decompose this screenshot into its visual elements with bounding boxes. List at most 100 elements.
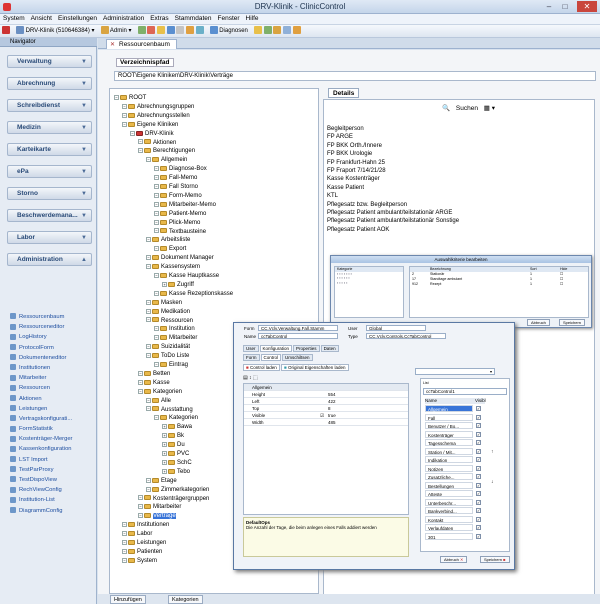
menu-item[interactable]: Fenster [215,14,243,23]
categories-button[interactable]: Kategorien [168,595,203,604]
tree-node[interactable]: − Kasse Rezeptionskasse [154,290,233,299]
tree-node[interactable]: + Zugriff [162,281,194,290]
tree-node[interactable]: − Ressourcen [146,317,193,326]
expand-icon[interactable]: + [162,468,167,474]
diagnosis-button[interactable]: Diagnosen [208,26,250,37]
tree-node[interactable]: − Institution [154,325,195,334]
tree-node[interactable]: − DRV-Klinik [130,130,174,139]
expand-icon[interactable]: − [154,201,159,207]
tab-list-item[interactable]: Bestellungen [425,481,473,489]
expand-icon[interactable]: − [122,522,127,528]
nav-item[interactable]: RechViewConfig [10,485,95,495]
clinic-selector[interactable]: DRV-Klinik (510646384) ▾ [14,26,97,37]
visible-checkbox[interactable]: ✓ [476,431,481,437]
config-tab[interactable]: Konfiguration [259,345,293,352]
tree-node[interactable]: − Mitarbeiter [154,334,197,343]
visible-checkbox[interactable]: ✓ [476,499,481,505]
tab-list-item[interactable]: Kontakt [425,515,473,523]
nav-item[interactable]: Ressourcenbaum [10,312,95,322]
expand-icon[interactable]: − [146,317,151,323]
expand-icon[interactable]: − [130,130,135,136]
popup1-save-button[interactable]: Speichern [559,319,586,326]
expand-icon[interactable]: − [122,112,127,118]
details-item[interactable]: FP ARGE [327,133,507,141]
nav-group-button[interactable]: Storno ▼ [7,187,92,200]
nav-group-button[interactable]: ePa ▼ [7,165,92,178]
tree-node[interactable]: − Kategorien [154,414,198,423]
tab-ressourcenbaum[interactable]: ✕ Ressourcenbaum [106,39,177,49]
tab-list-item[interactable]: Unterbeschr... [425,498,473,506]
tree-node[interactable]: − Eigene Kliniken [122,121,178,130]
visible-checkbox[interactable]: ☑ [320,412,324,419]
list-select[interactable]: ccTabControl1 [423,388,507,395]
menu-item[interactable]: System [0,14,28,23]
tree-node[interactable]: − Fall Storno [154,183,198,192]
expand-icon[interactable]: − [146,255,151,261]
expand-icon[interactable]: − [146,264,151,270]
expand-icon[interactable]: + [162,450,167,456]
tree-node[interactable]: − Kategorien [138,388,182,397]
expand-icon[interactable]: − [146,353,151,359]
tree-node[interactable]: − System [122,557,157,566]
property-grid[interactable]: Allgemein Height 554 Left 422 Top 8 Visible true… [243,383,409,515]
visible-checkbox[interactable]: ✓ [476,440,481,445]
details-item[interactable]: Kasse Patient [327,184,507,192]
tab-list-item[interactable]: Tagesschema [425,439,473,446]
tree-node[interactable]: − Patienten [122,548,162,557]
visible-checkbox[interactable]: ✓ [476,465,481,471]
nav-item[interactable]: Kassenkonfiguration [10,444,95,454]
details-item[interactable]: Pflegesatz bzw. Begleitperson [327,201,507,209]
expand-icon[interactable]: − [146,406,151,412]
visible-checkbox[interactable]: ✓ [476,423,481,428]
tree-node[interactable]: + Bk [162,432,184,441]
nav-item[interactable]: Leistungen [10,404,95,414]
tree-node[interactable]: + Tebo [162,468,190,477]
nav-group-button[interactable]: Karteikarte ▼ [7,143,92,156]
nav-item[interactable]: LST Import [10,455,95,465]
details-item[interactable]: FP BKK Urologie [327,150,507,158]
tree-node[interactable]: − Form-Memo [154,192,202,201]
details-item[interactable]: FP Frankfurt-Hahn 25 [327,159,507,167]
visible-checkbox[interactable]: ✓ [476,525,481,530]
name-field[interactable]: ccTabControl [258,333,338,339]
expand-icon[interactable]: − [154,183,159,189]
tree-node[interactable]: − Abrechnungsgruppen [122,103,194,112]
details-item[interactable]: Begleitperson [327,125,507,133]
menu-item[interactable]: Stammdaten [172,14,215,23]
load-original-button[interactable]: ■ Original Eigenschaften laden [281,364,349,371]
close-button[interactable]: ✕ [577,1,597,12]
details-item[interactable]: FP BKK Orth./Innere [327,142,507,150]
nav-item[interactable]: TestParProxy [10,465,95,475]
nav-item[interactable]: TestDispoView [10,475,95,485]
expand-icon[interactable]: − [122,103,127,109]
expand-icon[interactable]: − [154,272,159,278]
config-subtab[interactable]: Form [243,354,260,361]
nav-item[interactable]: ProtocolForm [10,343,95,353]
tree-node[interactable]: − Eintrag [154,361,188,370]
tree-node[interactable]: + SchC [162,459,192,468]
expand-icon[interactable]: − [122,557,127,563]
expand-icon[interactable]: − [122,121,127,127]
visible-checkbox[interactable]: ✓ [476,516,481,522]
tab-list-item[interactable]: Fall [425,413,473,421]
expand-icon[interactable]: + [162,442,167,448]
tree-node[interactable]: − Medikation [146,308,190,317]
user-selector[interactable]: Admin ▾ [99,26,134,37]
details-item[interactable]: Kasse Kostenträger [327,175,507,183]
tab-list-item[interactable]: Benutzer / Bo... [425,422,473,429]
expand-icon[interactable]: + [162,459,167,465]
property-row[interactable]: Left 422 [244,398,408,405]
category-list[interactable]: Kategorie ▪ ▪ ▪ ▪ ▪ ▪ ▪ ▪ ▪ ▪ ▪ ▪ ▪ ▪ ▪ … [334,266,404,318]
expand-icon[interactable]: − [146,237,151,243]
tree-node[interactable]: − Zimmerkategorien [146,486,209,495]
expand-icon[interactable]: − [138,495,143,501]
tree-node[interactable]: − Mitarbeiter [138,503,181,512]
visible-checkbox[interactable]: ✓ [476,448,481,454]
search-button[interactable]: Suchen [454,105,480,112]
expand-icon[interactable]: − [146,397,151,403]
nav-item[interactable]: Ressourcen [10,383,95,393]
details-item[interactable]: Pflegesatz Patient ambulant/teilstationä… [327,209,507,217]
user-field[interactable]: Global [366,325,426,331]
tree-node[interactable]: + Bawa [162,423,192,432]
expand-icon[interactable]: − [138,513,143,519]
